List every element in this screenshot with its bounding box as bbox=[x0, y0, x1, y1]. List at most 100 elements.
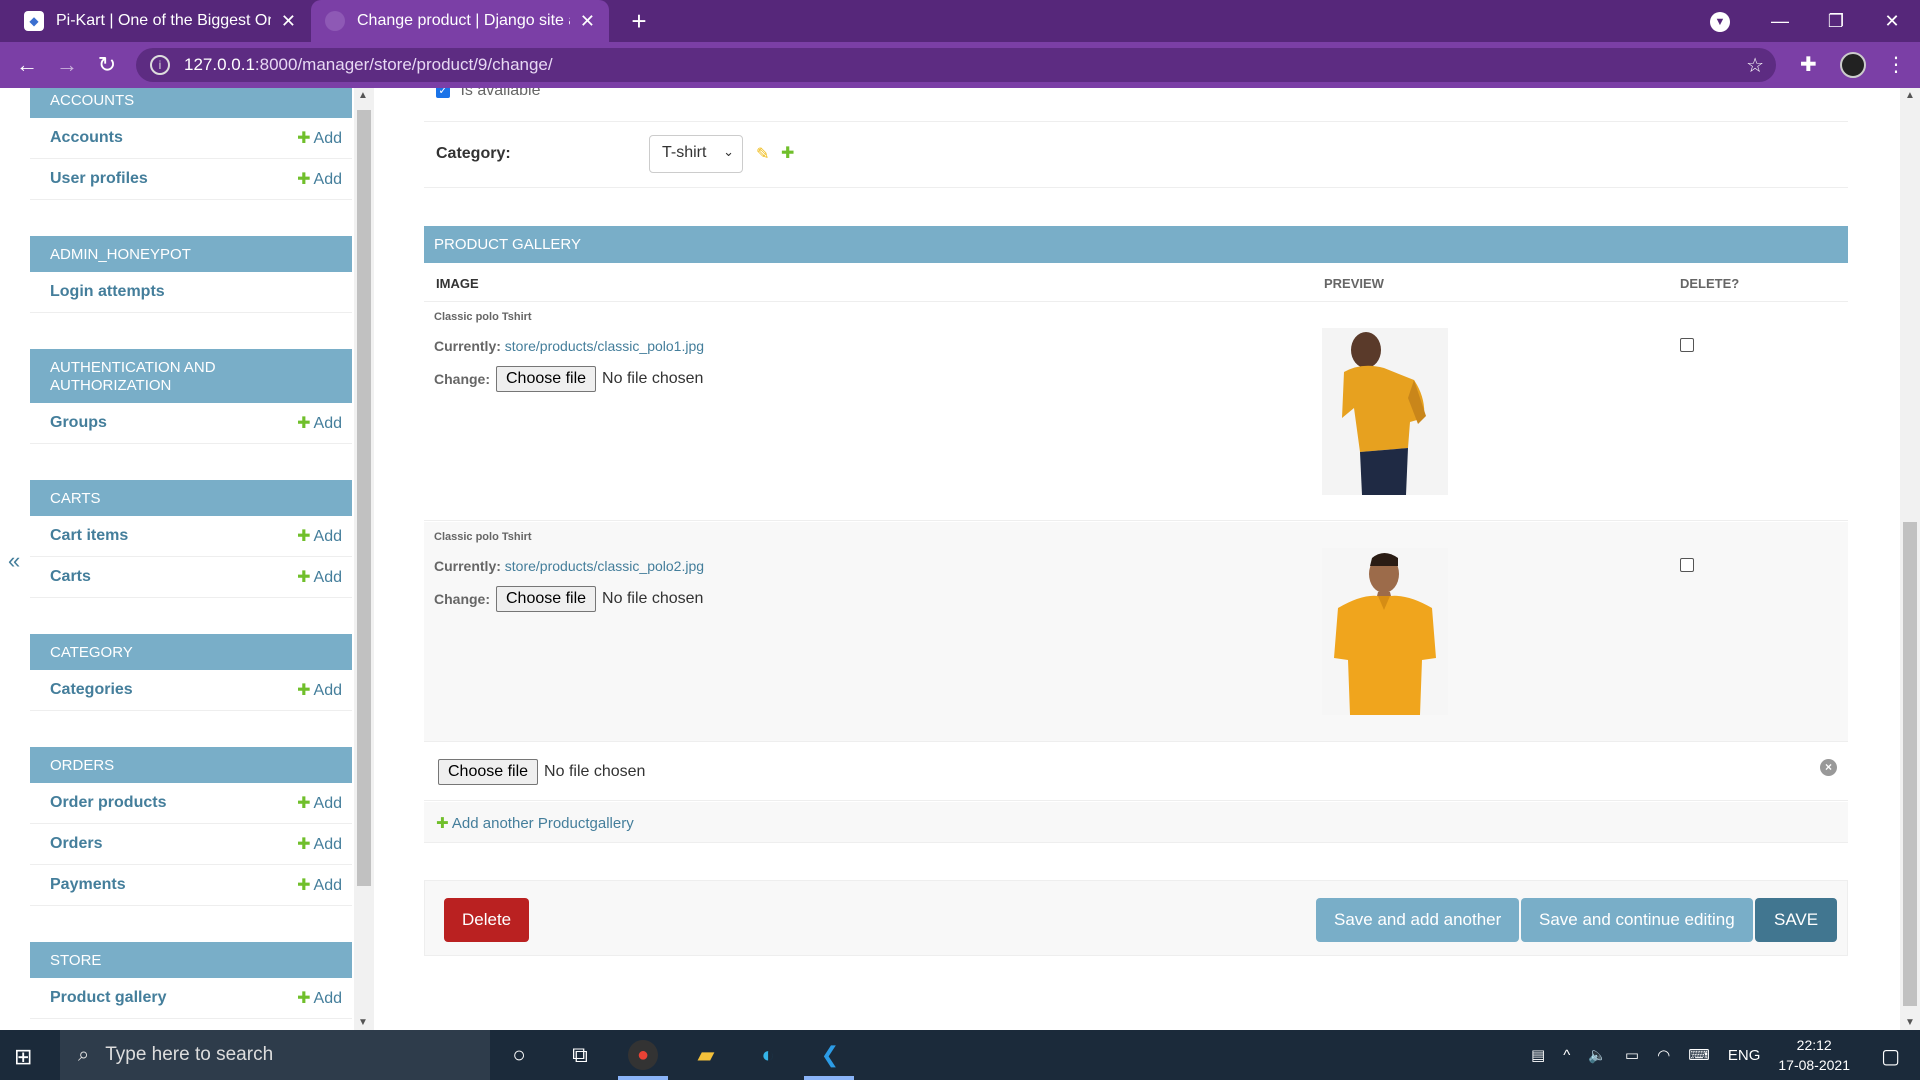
close-tab-icon[interactable]: ✕ bbox=[281, 11, 296, 32]
menu-kebab-icon[interactable]: ⋮ bbox=[1886, 52, 1906, 77]
page-scrollbar[interactable]: ▲ ▼ bbox=[1900, 88, 1920, 1030]
clock-date: 17-08-2021 bbox=[1778, 1057, 1850, 1073]
close-tab-icon[interactable]: ✕ bbox=[580, 11, 595, 32]
close-window-icon[interactable]: ✕ bbox=[1864, 11, 1920, 32]
sidebar-link[interactable]: Login attempts bbox=[50, 283, 165, 301]
plus-icon: ✚ bbox=[297, 528, 311, 545]
profile-avatar[interactable] bbox=[1840, 52, 1866, 78]
choose-file-button[interactable]: Choose file bbox=[496, 366, 597, 392]
reload-icon[interactable]: ↻ bbox=[92, 50, 122, 80]
tab-title: Change product | Django site admin bbox=[357, 12, 570, 29]
touch-keyboard-icon[interactable]: ⌨ bbox=[1688, 1046, 1710, 1064]
scroll-down-icon[interactable]: ▼ bbox=[1905, 1017, 1915, 1028]
taskbar-search[interactable]: ⌕ Type here to search bbox=[60, 1030, 490, 1080]
notifications-icon[interactable]: ▢ bbox=[1881, 1044, 1900, 1069]
forward-icon[interactable]: → bbox=[52, 50, 82, 80]
remove-row-icon[interactable]: × bbox=[1820, 759, 1837, 776]
add-label: Add bbox=[313, 795, 342, 812]
clock[interactable]: 22:12 17-08-2021 bbox=[1778, 1035, 1850, 1075]
wifi-icon[interactable]: ◠ bbox=[1657, 1046, 1670, 1064]
add-link[interactable]: ✚ Add bbox=[297, 413, 342, 433]
language-indicator[interactable]: ENG bbox=[1728, 1047, 1761, 1064]
sidebar-link[interactable]: Groups bbox=[50, 414, 107, 432]
currently-line: Currently: store/products/classic_polo1.… bbox=[434, 338, 704, 354]
sidebar-scrollbar[interactable]: ▲ ▼ bbox=[354, 88, 374, 1030]
sidebar-link[interactable]: Carts bbox=[50, 568, 91, 586]
sidebar-link[interactable]: Accounts bbox=[50, 129, 123, 147]
is-available-label: Is available bbox=[460, 88, 541, 99]
new-tab-icon[interactable]: + bbox=[624, 6, 654, 36]
sidebar-link[interactable]: Payments bbox=[50, 876, 126, 894]
nav-sidebar: ACCOUNTS Accounts ✚ Add User profiles ✚ Ad… bbox=[30, 88, 352, 1030]
delete-checkbox[interactable] bbox=[1680, 338, 1694, 352]
add-link[interactable]: ✚ Add bbox=[297, 875, 342, 895]
browser-tab-pikart[interactable]: ◆ Pi-Kart | One of the Biggest Online ✕ bbox=[10, 0, 310, 42]
add-link[interactable]: ✚ Add bbox=[297, 988, 342, 1008]
volume-icon[interactable]: 🔈 bbox=[1588, 1046, 1607, 1064]
minimize-icon[interactable]: — bbox=[1752, 11, 1808, 32]
sidebar-link[interactable]: Categories bbox=[50, 681, 133, 699]
save-and-continue-button[interactable]: Save and continue editing bbox=[1521, 898, 1753, 942]
extensions-puzzle-icon[interactable]: ✚ bbox=[1800, 52, 1817, 77]
category-label: Category: bbox=[436, 145, 511, 162]
sidebar-link[interactable]: Order products bbox=[50, 794, 166, 812]
cortana-icon[interactable]: ○ bbox=[503, 1039, 535, 1071]
add-link[interactable]: ✚ Add bbox=[297, 128, 342, 148]
chrome-icon[interactable]: ● bbox=[628, 1040, 658, 1070]
add-link[interactable]: ✚ Add bbox=[297, 526, 342, 546]
save-and-add-another-button[interactable]: Save and add another bbox=[1316, 898, 1520, 942]
keyboard-layout-icon[interactable]: ▤ bbox=[1531, 1046, 1545, 1064]
add-link[interactable]: ✚ Add bbox=[297, 169, 342, 189]
delete-checkbox[interactable] bbox=[1680, 558, 1694, 572]
scrollbar-thumb[interactable] bbox=[1903, 522, 1917, 1006]
scroll-up-icon[interactable]: ▲ bbox=[1905, 90, 1915, 101]
site-info-icon[interactable]: i bbox=[150, 55, 170, 75]
edit-pencil-icon[interactable]: ✎ bbox=[756, 144, 769, 164]
sidebar-link[interactable]: User profiles bbox=[50, 170, 148, 188]
battery-icon[interactable]: ▭ bbox=[1625, 1046, 1639, 1064]
scrollbar-thumb[interactable] bbox=[357, 110, 371, 886]
windows-start-icon[interactable]: ⊞ bbox=[14, 1044, 32, 1070]
delete-button[interactable]: Delete bbox=[444, 898, 530, 942]
address-bar[interactable]: i 127.0.0.1:8000/manager/store/product/9… bbox=[136, 48, 1776, 82]
task-view-icon[interactable]: ⧉ bbox=[564, 1039, 596, 1071]
edge-icon[interactable]: ◐ bbox=[752, 1039, 784, 1071]
sidebar-item-user-profiles: User profiles ✚ Add bbox=[30, 159, 352, 200]
polo-front-image bbox=[1322, 548, 1448, 715]
add-related-icon[interactable]: ✚ bbox=[781, 143, 794, 163]
tab-search-icon[interactable]: ▼ bbox=[1710, 12, 1730, 32]
choose-file-button[interactable]: Choose file bbox=[496, 586, 597, 612]
browser-tab-django-admin[interactable]: Change product | Django site admin ✕ bbox=[311, 0, 609, 42]
add-link[interactable]: ✚ Add bbox=[297, 567, 342, 587]
module-store: STORE Product gallery ✚ Add bbox=[30, 942, 352, 1019]
current-file-link[interactable]: store/products/classic_polo1.jpg bbox=[505, 338, 704, 354]
add-row: ✚ Add another Productgallery bbox=[424, 802, 1848, 843]
sidebar-link[interactable]: Orders bbox=[50, 835, 102, 853]
sidebar-link[interactable]: Product gallery bbox=[50, 989, 166, 1007]
main-content: ✓ Is available Category: T-shirt ⌄ ✎ ✚ P… bbox=[424, 88, 1850, 1030]
pikart-favicon-icon: ◆ bbox=[24, 11, 44, 31]
module-auth: AUTHENTICATION AND AUTHORIZATION Groups … bbox=[30, 349, 352, 444]
add-link[interactable]: ✚ Add bbox=[297, 680, 342, 700]
sidebar-link[interactable]: Cart items bbox=[50, 527, 128, 545]
add-link[interactable]: ✚ Add bbox=[297, 834, 342, 854]
file-explorer-icon[interactable]: ▰ bbox=[690, 1039, 722, 1071]
bookmark-star-icon[interactable]: ☆ bbox=[1746, 53, 1764, 78]
vscode-icon[interactable]: ❮ bbox=[814, 1039, 846, 1071]
add-another-link[interactable]: ✚ Add another Productgallery bbox=[436, 814, 634, 832]
scroll-up-icon[interactable]: ▲ bbox=[358, 90, 368, 101]
add-link[interactable]: ✚ Add bbox=[297, 793, 342, 813]
scroll-down-icon[interactable]: ▼ bbox=[358, 1017, 368, 1028]
show-hidden-icons-icon[interactable]: ^ bbox=[1563, 1047, 1570, 1064]
module-orders: ORDERS Order products ✚ Add Orders ✚ Add P… bbox=[30, 747, 352, 906]
maximize-icon[interactable]: ❐ bbox=[1808, 11, 1864, 32]
is-available-checkbox[interactable]: ✓ bbox=[436, 88, 450, 98]
choose-file-button[interactable]: Choose file bbox=[438, 759, 539, 785]
back-icon[interactable]: ← bbox=[12, 50, 42, 80]
save-button[interactable]: SAVE bbox=[1755, 898, 1838, 942]
no-file-text: No file chosen bbox=[544, 763, 646, 780]
toggle-nav-sidebar-icon[interactable]: « bbox=[8, 548, 20, 574]
current-file-link[interactable]: store/products/classic_polo2.jpg bbox=[505, 558, 704, 574]
category-select[interactable]: T-shirt ⌄ bbox=[649, 135, 743, 173]
col-image: IMAGE bbox=[436, 276, 479, 291]
